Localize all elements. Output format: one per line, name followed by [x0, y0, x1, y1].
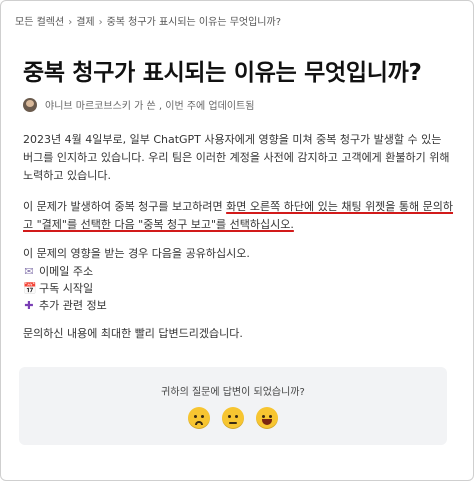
calendar-icon: 📅 [23, 281, 37, 295]
neutral-face-icon[interactable] [222, 407, 244, 429]
reaction-group [19, 407, 447, 429]
article-page: 모든 컬렉션 › 결제 › 중복 청구가 표시되는 이유는 무엇입니까? 중복 청구가 … [0, 0, 474, 481]
list-item: ✉ 이메일 주소 [23, 263, 453, 280]
author-text: 야니브 마르코브스키 가 쓴 , 이번 주에 업데이트됨 [45, 101, 255, 112]
sad-face-icon[interactable] [188, 407, 210, 429]
breadcrumb: 모든 컬렉션 › 결제 › 중복 청구가 표시되는 이유는 무엇입니까? [15, 13, 281, 28]
breadcrumb-current: 중복 청구가 표시되는 이유는 무엇입니까? [106, 17, 282, 28]
list-item-label: 추가 관련 정보 [39, 298, 107, 312]
breadcrumb-separator: › [98, 17, 103, 28]
mail-icon: ✉ [24, 264, 34, 278]
author-line: 야니브 마르코브스키 가 쓴 , 이번 주에 업데이트됨 [23, 97, 254, 112]
list-item-label: 구독 시작일 [39, 281, 94, 295]
paragraph-closing: 문의하신 내용에 최대한 빨리 답변드리겠습니다. [23, 327, 243, 340]
feedback-panel: 귀하의 질문에 답변이 되었습니까? [19, 367, 447, 445]
avatar [23, 97, 37, 112]
happy-face-icon[interactable] [256, 407, 278, 429]
breadcrumb-separator: › [68, 17, 73, 28]
paragraph-report: 이 문제가 발생하여 중복 청구를 보고하려면 화면 오른쪽 하단에 있는 채팅… [23, 198, 453, 234]
page-title: 중복 청구가 표시되는 이유는 무엇입니까? [23, 60, 422, 86]
breadcrumb-billing[interactable]: 결제 [76, 17, 94, 28]
feedback-question: 귀하의 질문에 답변이 되었습니까? [161, 387, 305, 398]
list-item: 📅 구독 시작일 [23, 280, 453, 297]
plus-icon: ✚ [24, 298, 34, 312]
paragraph-intro: 2023년 4월 4일부로, 일부 ChatGPT 사용자에게 영향을 미쳐 중… [23, 133, 450, 182]
report-text: 이 문제가 발생하여 중복 청구를 보고하려면 [23, 200, 227, 213]
article-body: 2023년 4월 4일부로, 일부 ChatGPT 사용자에게 영향을 미쳐 중… [23, 131, 453, 343]
list-item: ✚ 추가 관련 정보 [23, 297, 453, 314]
paragraph-share: 이 문제의 영향을 받는 경우 다음을 공유하십시오. [23, 247, 250, 260]
breadcrumb-all-collections[interactable]: 모든 컬렉션 [15, 17, 64, 28]
list-item-label: 이메일 주소 [39, 264, 94, 278]
share-list: ✉ 이메일 주소 📅 구독 시작일 ✚ 추가 관련 정보 [23, 263, 453, 314]
